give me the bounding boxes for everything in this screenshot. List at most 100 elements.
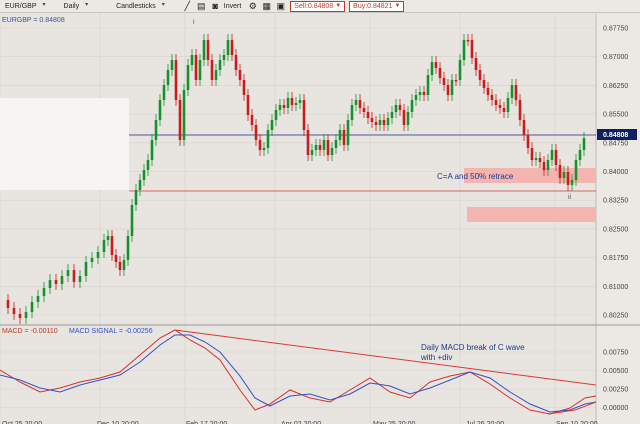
macd-tick: 0.00500 (603, 368, 628, 375)
price-tick: 0.87000 (603, 54, 628, 61)
candle-body (562, 172, 566, 178)
candle-body (454, 80, 458, 82)
candle-body (342, 130, 346, 145)
overlay-panel (0, 98, 129, 190)
candle-body (126, 236, 130, 260)
candle-body (382, 120, 386, 125)
candle-body (522, 120, 526, 135)
candle-body (546, 160, 550, 170)
candle-body (378, 120, 382, 125)
candle-body (48, 280, 52, 288)
candle-body (474, 58, 478, 70)
candle-body (158, 100, 162, 120)
candle-body (174, 60, 178, 100)
macd-tick: 0.00750 (603, 350, 628, 357)
candle-body (318, 145, 322, 150)
candle-body (294, 103, 298, 105)
price-tick: 0.87750 (603, 26, 628, 33)
candle-body (230, 40, 234, 55)
candle-body (286, 98, 290, 108)
candle-body (30, 302, 34, 312)
candle-body (282, 105, 286, 108)
candle-body (406, 112, 410, 125)
candle-body (458, 60, 462, 80)
candle-body (390, 112, 394, 118)
candle-body (314, 145, 318, 150)
price-tick: 0.86250 (603, 83, 628, 90)
candle-body (558, 165, 562, 178)
candle-body (166, 70, 170, 85)
candle-body (162, 85, 166, 100)
candle-body (494, 100, 498, 105)
price-chart[interactable]: 0.87750 0.87000 0.86250 0.85500 0.84750 0.840… (0, 0, 640, 424)
candle-body (218, 60, 222, 70)
candle-body (274, 110, 278, 120)
current-price-value: 0.84808 (603, 132, 628, 139)
candle-body (78, 276, 82, 282)
price-tick: 0.82500 (603, 226, 628, 233)
candle-body (270, 120, 274, 130)
candle-body (338, 130, 342, 140)
candle-body (250, 115, 254, 125)
candle-body (234, 55, 238, 70)
candle-body (114, 255, 118, 262)
candle-body (330, 148, 334, 155)
candle-body (182, 90, 186, 140)
retrace-annotation: C=A and 50% retrace (437, 172, 514, 181)
candle-body (290, 98, 294, 105)
candle-body (262, 148, 266, 150)
candle-body (190, 55, 194, 65)
candle-body (194, 55, 198, 80)
candle-body (72, 270, 76, 282)
price-tick: 0.83250 (603, 198, 628, 205)
candle-body (222, 55, 226, 60)
candle-body (84, 262, 88, 276)
candle-body (266, 130, 270, 148)
candle-body (434, 62, 438, 68)
candle-body (502, 108, 506, 112)
candle-body (306, 130, 310, 155)
candle-body (246, 95, 250, 115)
candle-body (60, 276, 64, 284)
candle-body (54, 280, 58, 284)
candle-body (18, 314, 22, 318)
candle-body (146, 160, 150, 170)
candle-body (24, 312, 28, 318)
candle-body (322, 140, 326, 150)
candle-body (422, 92, 426, 95)
target-zone (467, 207, 596, 222)
candle-body (154, 120, 158, 140)
macd-tick: 0.00250 (603, 387, 628, 394)
wave-ii-label: ii (568, 194, 572, 201)
candle-body (66, 270, 70, 276)
candle-body (514, 85, 518, 100)
candle-body (446, 85, 450, 95)
candle-body (326, 140, 330, 155)
candle-body (534, 158, 538, 160)
candle-body (498, 105, 502, 108)
candle-body (430, 62, 434, 75)
candle-body (346, 120, 350, 145)
candle-body (370, 118, 374, 122)
candle-body (366, 112, 370, 118)
macd-note-line1: Daily MACD break of C wave (421, 343, 525, 352)
candle-body (482, 80, 486, 88)
candle-body (486, 88, 490, 95)
chart-window: EUR/GBP ▾ Daily ▾ Candlesticks ▾ ╱ ▤ ◙ I… (0, 0, 640, 424)
candle-body (394, 105, 398, 112)
candle-body (398, 105, 402, 110)
candle-body (414, 95, 418, 100)
candle-body (574, 160, 578, 180)
candle-body (462, 40, 466, 60)
symbol-price-label: EURGBP = 0.84808 (2, 17, 65, 24)
price-tick: 0.81000 (603, 284, 628, 291)
candle-body (142, 170, 146, 180)
candle-body (254, 125, 258, 140)
candle-body (410, 100, 414, 112)
candle-body (442, 78, 446, 85)
candle-body (334, 140, 338, 148)
candle-body (582, 138, 586, 150)
candle-body (134, 190, 138, 205)
candle-body (538, 158, 542, 162)
candle-body (426, 75, 430, 95)
